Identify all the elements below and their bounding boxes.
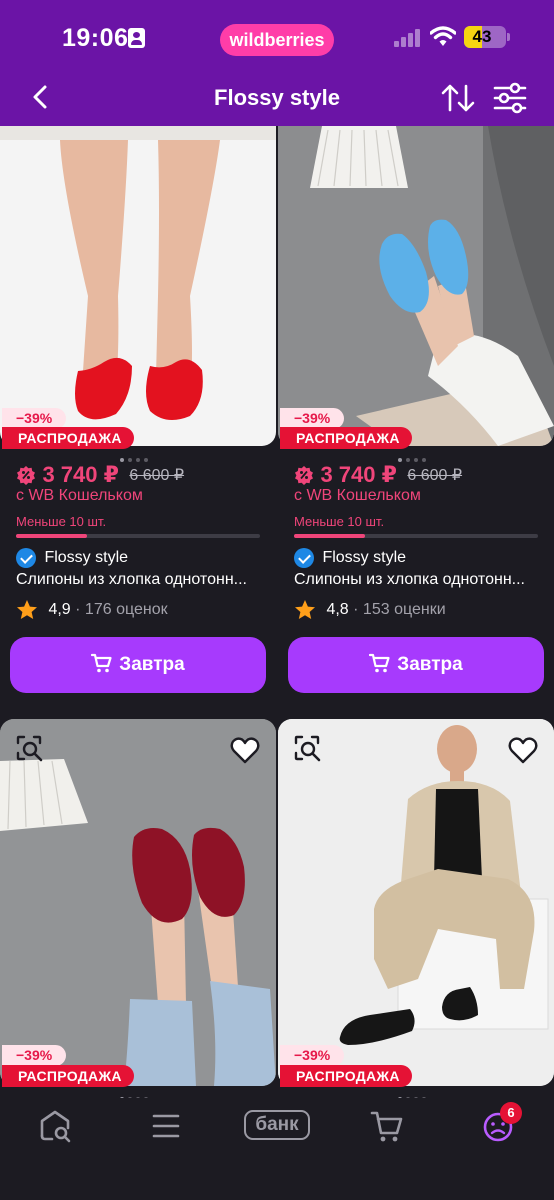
profile-icon[interactable] xyxy=(463,1106,533,1146)
notification-badge: 6 xyxy=(500,1102,522,1124)
add-to-cart-label: Завтра xyxy=(397,654,463,675)
discount-badge: −39% xyxy=(280,1045,345,1066)
sliders-icon[interactable] xyxy=(492,82,528,114)
battery-tip xyxy=(507,33,510,41)
sale-badge: РАСПРОДАЖА xyxy=(280,427,412,449)
menu-icon[interactable] xyxy=(131,1106,201,1146)
bottom-tab-bar: банк 6 xyxy=(0,1098,554,1200)
stock-label: Меньше 10 шт. xyxy=(294,514,385,529)
nav-bar: Flossy style xyxy=(0,72,554,126)
battery-percent: 43 xyxy=(472,27,492,46)
product-card[interactable]: −39% РАСПРОДАЖА 3 740 ₽ 6 600 ₽ с WB Кош… xyxy=(278,126,554,696)
stock-bar xyxy=(16,534,260,538)
sale-badge: РАСПРОДАЖА xyxy=(280,1065,412,1087)
product-name[interactable]: Слипоны из хлопка однотонн... xyxy=(16,571,266,589)
bank-icon[interactable]: банк xyxy=(244,1110,310,1140)
product-card[interactable]: −39% РАСПРОДАЖА xyxy=(278,719,554,1101)
verified-check-icon xyxy=(16,548,36,568)
rating-row: 4,9 · 176 оценок xyxy=(16,599,168,621)
battery-icon: 43 xyxy=(464,26,506,48)
wallet-discount-icon xyxy=(295,466,313,485)
cart-icon xyxy=(91,653,112,673)
discount-badge: −39% xyxy=(280,408,345,429)
product-card[interactable]: −39% РАСПРОДАЖА xyxy=(0,719,276,1101)
cart-icon xyxy=(369,653,390,673)
sale-badge: РАСПРОДАЖА xyxy=(2,427,134,449)
brand-pill[interactable]: wildberries xyxy=(220,24,334,56)
product-photo[interactable] xyxy=(278,126,554,446)
price-current: 3 740 ₽ xyxy=(42,462,119,487)
add-to-cart-button[interactable]: Завтра xyxy=(10,637,266,693)
brand-name: Flossy style xyxy=(44,549,129,566)
photo-pager xyxy=(120,1088,160,1101)
heart-icon[interactable] xyxy=(229,734,261,766)
photo-pager xyxy=(398,449,438,462)
photo-pager xyxy=(398,1088,438,1101)
app-header: 19:06 wildberries 43 Flossy style xyxy=(0,0,554,126)
star-icon xyxy=(17,600,37,619)
star-icon xyxy=(295,600,315,619)
brand-row[interactable]: Flossy style xyxy=(16,548,128,568)
wallet-discount-icon xyxy=(17,466,35,485)
heart-icon[interactable] xyxy=(507,734,539,766)
similar-search-icon[interactable] xyxy=(292,733,324,765)
status-bar: 19:06 wildberries 43 xyxy=(0,0,554,76)
rating-value: 4,8 xyxy=(326,601,349,618)
price-row: 3 740 ₽ 6 600 ₽ xyxy=(294,462,462,488)
price-old: 6 600 ₽ xyxy=(129,467,185,484)
product-photo[interactable] xyxy=(0,719,276,1086)
verified-check-icon xyxy=(294,548,314,568)
add-to-cart-button[interactable]: Завтра xyxy=(288,637,544,693)
similar-search-icon[interactable] xyxy=(14,733,46,765)
home-search-icon[interactable] xyxy=(20,1106,90,1146)
status-time: 19:06 xyxy=(62,24,129,52)
stock-label: Меньше 10 шт. xyxy=(16,514,107,529)
price-old: 6 600 ₽ xyxy=(407,467,463,484)
sort-arrows-icon[interactable] xyxy=(440,82,476,114)
product-card[interactable]: −39% РАСПРОДАЖА 3 740 ₽ 6 600 ₽ с WB Кош… xyxy=(0,126,276,696)
reviews-count: · 176 оценок xyxy=(75,601,168,618)
add-to-cart-label: Завтра xyxy=(119,654,185,675)
reviews-count: · 153 оценки xyxy=(353,601,446,618)
cellular-signal-icon xyxy=(394,29,422,47)
discount-badge: −39% xyxy=(2,1045,67,1066)
stock-bar xyxy=(294,534,538,538)
product-photo[interactable] xyxy=(278,719,554,1086)
wallet-note: с WB Кошельком xyxy=(16,487,143,504)
wifi-icon xyxy=(430,26,456,46)
contact-card-icon xyxy=(128,28,145,48)
cart-icon[interactable] xyxy=(352,1106,422,1146)
rating-row: 4,8 · 153 оценки xyxy=(294,599,446,621)
sale-badge: РАСПРОДАЖА xyxy=(2,1065,134,1087)
price-row: 3 740 ₽ 6 600 ₽ xyxy=(16,462,184,488)
rating-value: 4,9 xyxy=(48,601,71,618)
brand-name: Flossy style xyxy=(322,549,407,566)
brand-row[interactable]: Flossy style xyxy=(294,548,406,568)
product-name[interactable]: Слипоны из хлопка однотонн... xyxy=(294,571,544,589)
photo-pager xyxy=(120,449,160,462)
discount-badge: −39% xyxy=(2,408,67,429)
price-current: 3 740 ₽ xyxy=(320,462,397,487)
wallet-note: с WB Кошельком xyxy=(294,487,421,504)
product-photo[interactable] xyxy=(0,126,276,446)
